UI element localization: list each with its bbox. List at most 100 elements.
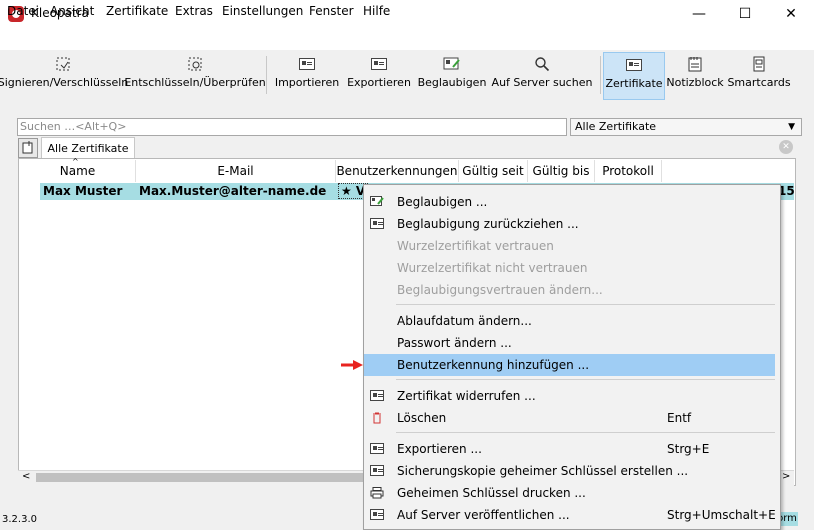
menu-datei[interactable]: Datei	[7, 4, 39, 18]
menu-item-revoke-certificate[interactable]: Zertifikat widerrufen ...	[364, 385, 775, 407]
close-tab-icon[interactable]: ✕	[779, 140, 793, 154]
new-tab-icon	[22, 141, 33, 154]
certify-icon	[370, 196, 384, 207]
menu-item-trust-root: Wurzelzertifikat vertrauen	[364, 235, 775, 257]
menu-zertifikate[interactable]: Zertifikate	[106, 4, 168, 18]
certify-icon	[443, 56, 461, 72]
smartcard-icon	[750, 56, 768, 72]
decrypt-verify-label: Entschlüsseln/Überprüfen	[124, 76, 266, 89]
menu-item-distrust-root: Wurzelzertifikat nicht vertrauen	[364, 257, 775, 279]
menu-item-delete[interactable]: Löschen Entf	[364, 407, 775, 429]
certify-button[interactable]: Beglaubigen	[418, 52, 486, 98]
column-header-protocol[interactable]: Protokoll	[595, 160, 662, 182]
menu-extras[interactable]: Extras	[175, 4, 213, 18]
menu-hilfe[interactable]: Hilfe	[363, 4, 390, 18]
sort-asc-icon: ^	[72, 157, 79, 166]
sign-encrypt-icon	[54, 56, 72, 72]
column-header-user-ids[interactable]: Benutzerkennungen	[336, 160, 459, 182]
menu-item-label: Sicherungskopie geheimer Schlüssel erste…	[397, 464, 689, 478]
notepad-icon	[686, 56, 704, 72]
version-label: 3.2.3.0	[2, 514, 37, 525]
menu-item-export[interactable]: Exportieren ... Strg+E	[364, 438, 775, 460]
menu-item-shortcut: Entf	[667, 411, 692, 425]
search-icon	[533, 56, 551, 72]
scrollbar-thumb[interactable]	[36, 473, 366, 482]
scroll-right-icon[interactable]: >	[782, 471, 790, 482]
printer-icon	[370, 487, 384, 499]
trash-icon	[370, 412, 384, 424]
card-icon	[370, 218, 384, 229]
menu-item-label: Beglaubigungsvertrauen ändern...	[397, 283, 603, 297]
tab-all-certificates[interactable]: Alle Zertifikate	[41, 137, 135, 158]
menu-item-revoke-certification[interactable]: Beglaubigung zurückziehen ...	[364, 213, 775, 235]
column-header-valid-until[interactable]: Gültig bis	[528, 160, 595, 182]
menu-item-label: Beglaubigung zurückziehen ...	[397, 217, 579, 231]
menu-item-change-expiry[interactable]: Ablaufdatum ändern...	[364, 310, 775, 332]
menu-fenster[interactable]: Fenster	[309, 4, 354, 18]
scroll-left-icon[interactable]: <	[22, 471, 30, 482]
menu-item-label: Auf Server veröffentlichen ...	[397, 508, 570, 522]
card-icon	[370, 390, 384, 401]
export-button[interactable]: Exportieren	[346, 52, 412, 98]
menu-item-change-passphrase[interactable]: Passwort ändern ...	[364, 332, 775, 354]
notepad-label: Notizblock	[666, 76, 724, 89]
menu-item-label: Exportieren ...	[397, 442, 482, 456]
menu-item-shortcut: Strg+E	[667, 442, 710, 456]
menu-item-label: Geheimen Schlüssel drucken ...	[397, 486, 586, 500]
export-label: Exportieren	[347, 76, 411, 89]
chevron-down-icon: ▼	[788, 122, 795, 132]
import-label: Importieren	[274, 76, 340, 89]
decrypt-verify-icon	[186, 56, 204, 72]
column-header-valid-from[interactable]: Gültig seit	[459, 160, 528, 182]
decrypt-verify-button[interactable]: Entschlüsseln/Überprüfen	[124, 52, 266, 98]
close-button[interactable]: ✕	[768, 0, 814, 28]
import-icon	[298, 56, 316, 72]
export-icon	[370, 443, 384, 454]
menu-item-label: Wurzelzertifikat nicht vertrauen	[397, 261, 588, 275]
export-icon	[370, 56, 388, 72]
menu-item-change-certification-trust: Beglaubigungsvertrauen ändern...	[364, 279, 775, 301]
menu-item-label: Wurzelzertifikat vertrauen	[397, 239, 554, 253]
menu-item-add-user-id[interactable]: Benutzerkennung hinzufügen ...	[364, 354, 775, 376]
sign-encrypt-label: Signieren/Verschlüsseln	[0, 76, 129, 89]
annotation-arrow-icon	[340, 359, 364, 374]
toolbar-separator	[266, 56, 267, 94]
certificates-label: Zertifikate	[605, 77, 663, 90]
minimize-button[interactable]: —	[676, 0, 722, 28]
toolbar-separator	[600, 56, 601, 94]
column-header-email[interactable]: E-Mail	[136, 160, 336, 182]
menu-item-label: Zertifikat widerrufen ...	[397, 389, 536, 403]
certify-label: Beglaubigen	[417, 76, 487, 89]
menu-item-label: Beglaubigen ...	[397, 195, 488, 209]
menu-bar	[0, 28, 814, 50]
menu-item-label: Passwort ändern ...	[397, 336, 512, 350]
certificate-filter-value: Alle Zertifikate	[575, 120, 657, 133]
menu-separator	[396, 304, 775, 305]
cell-email: Max.Muster@alter-name.de	[139, 184, 327, 198]
maximize-button[interactable]: ☐	[722, 0, 768, 28]
sign-encrypt-button[interactable]: Signieren/Verschlüsseln	[0, 52, 128, 98]
menu-ansicht[interactable]: Ansicht	[50, 4, 94, 18]
menu-item-print-secret-key[interactable]: Geheimen Schlüssel drucken ...	[364, 482, 775, 504]
certificate-filter-select[interactable]: Alle Zertifikate ▼	[570, 118, 802, 136]
export-icon	[370, 509, 384, 520]
menu-item-certify[interactable]: Beglaubigen ...	[364, 191, 775, 213]
certificate-icon	[625, 57, 643, 73]
smartcards-label: Smartcards	[727, 76, 791, 89]
menu-separator	[396, 432, 775, 433]
menu-item-shortcut: Strg+Umschalt+E	[667, 508, 776, 522]
smartcards-button[interactable]: Smartcards	[727, 52, 791, 98]
import-button[interactable]: Importieren	[275, 52, 339, 98]
menu-item-label: Benutzerkennung hinzufügen ...	[397, 358, 590, 372]
notepad-button[interactable]: Notizblock	[666, 52, 724, 98]
menu-item-publish-to-server[interactable]: Auf Server veröffentlichen ... Strg+Umsc…	[364, 504, 776, 526]
certificates-button[interactable]: Zertifikate	[603, 52, 665, 100]
menu-item-backup-secret-keys[interactable]: Sicherungskopie geheimer Schlüssel erste…	[364, 460, 775, 482]
search-input[interactable]: Suchen …<Alt+Q>	[17, 118, 567, 136]
cell-name: Max Muster	[43, 184, 123, 198]
new-tab-button[interactable]	[18, 138, 38, 158]
export-icon	[370, 465, 384, 476]
lookup-server-button[interactable]: Auf Server suchen	[492, 52, 592, 98]
menu-item-label: Ablaufdatum ändern...	[397, 314, 532, 328]
menu-einstellungen[interactable]: Einstellungen	[222, 4, 303, 18]
